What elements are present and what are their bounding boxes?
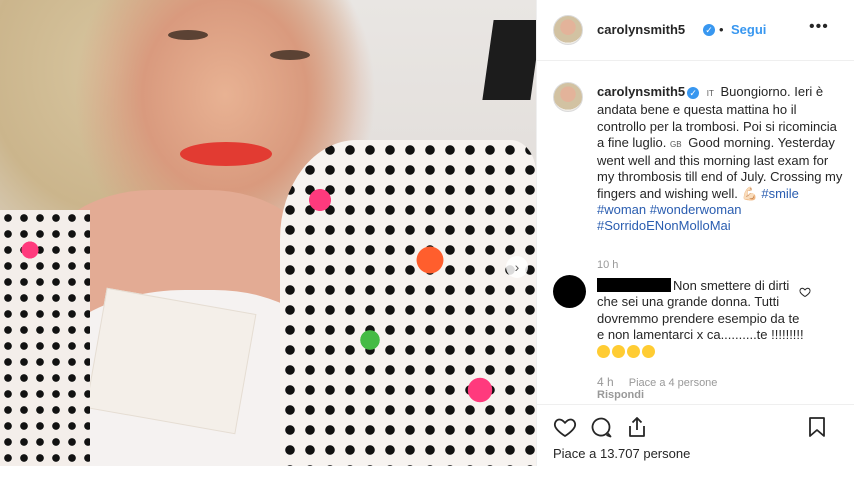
comment-meta: 4 h Piace a 4 persone bbox=[597, 375, 729, 389]
bookmark-icon[interactable] bbox=[805, 415, 829, 439]
emoji-icon bbox=[612, 345, 625, 359]
commenter-avatar[interactable] bbox=[553, 275, 586, 308]
verified-badge-icon: ✓ bbox=[687, 86, 700, 99]
emoji-icon bbox=[642, 345, 655, 359]
hashtag-wonderwoman[interactable]: #wonderwoman bbox=[650, 202, 742, 217]
caption-avatar[interactable] bbox=[553, 82, 583, 112]
comment-icon[interactable] bbox=[589, 415, 613, 439]
flag-gb-icon: GB bbox=[670, 139, 682, 149]
caption-username[interactable]: carolynsmith5 bbox=[597, 84, 685, 99]
follow-button[interactable]: Segui bbox=[731, 22, 766, 37]
comment-likes[interactable]: Piace a 4 persone bbox=[629, 377, 718, 389]
share-icon[interactable] bbox=[625, 415, 649, 439]
next-arrow-icon[interactable]: › bbox=[506, 256, 528, 278]
caption-timestamp[interactable]: 10 h bbox=[597, 259, 618, 271]
comment-timestamp[interactable]: 4 h bbox=[597, 375, 614, 389]
username-link[interactable]: carolynsmith5 bbox=[597, 22, 685, 37]
more-options-icon[interactable]: ••• bbox=[809, 18, 829, 36]
flexed-biceps-emoji: 💪🏻 bbox=[741, 185, 758, 201]
post-header: carolynsmith5 ✓ • Segui ••• bbox=[537, 0, 854, 61]
heart-icon[interactable] bbox=[553, 415, 577, 439]
redacted-username bbox=[597, 278, 671, 292]
comment-heart-icon[interactable] bbox=[799, 286, 811, 298]
verified-badge-icon: ✓ bbox=[703, 24, 715, 36]
caption: carolynsmith5 ✓ IT Buongiorno. Ieri è and… bbox=[597, 84, 843, 235]
flag-it-icon: IT bbox=[706, 89, 714, 98]
emoji-icon bbox=[627, 345, 640, 359]
separator-dot: • bbox=[719, 22, 724, 37]
avatar[interactable] bbox=[553, 15, 583, 45]
hashtag-woman[interactable]: #woman bbox=[597, 202, 646, 217]
emoji-icon bbox=[597, 345, 610, 359]
action-bar: Piace a 13.707 persone bbox=[537, 404, 854, 467]
post-photo[interactable]: › bbox=[0, 0, 536, 466]
reply-button[interactable]: Rispondi bbox=[597, 389, 644, 401]
hashtag-smile[interactable]: #smile bbox=[761, 186, 799, 201]
likes-count[interactable]: Piace a 13.707 persone bbox=[553, 446, 690, 461]
hashtag-sorridoenonmollomai[interactable]: #SorridoENonMolloMai bbox=[597, 218, 731, 233]
post-details-panel: carolynsmith5 ✓ • Segui ••• carolynsmith… bbox=[536, 0, 854, 466]
